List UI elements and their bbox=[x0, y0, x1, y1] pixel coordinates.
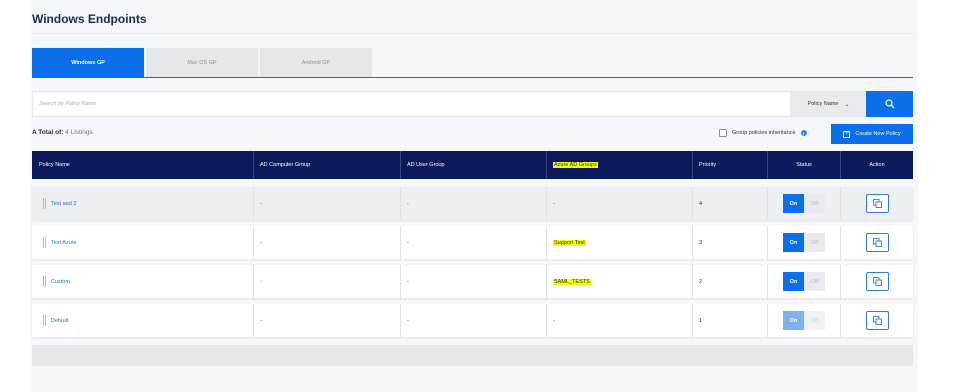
policy-name-link[interactable]: Test Azure bbox=[51, 240, 77, 246]
tab-windows-gp[interactable]: Windows GP bbox=[32, 48, 144, 78]
status-toggle[interactable]: On Off bbox=[783, 194, 825, 213]
table-footer-bar bbox=[32, 345, 913, 366]
info-icon[interactable]: i bbox=[800, 130, 807, 136]
search-box bbox=[32, 91, 791, 117]
copy-icon bbox=[872, 316, 882, 325]
copy-policy-button[interactable] bbox=[865, 194, 889, 213]
title-divider bbox=[32, 33, 913, 34]
create-new-policy-label: Create New Policy bbox=[855, 131, 901, 137]
ad-computer-group-cell: - bbox=[253, 226, 262, 259]
inheritance-checkbox[interactable] bbox=[719, 129, 727, 137]
tab-android-gp[interactable]: Android GP bbox=[260, 48, 372, 78]
azure-ad-groups-cell: - bbox=[546, 304, 555, 337]
status-toggle[interactable]: On Off bbox=[783, 311, 825, 330]
copy-policy-button[interactable] bbox=[865, 272, 889, 291]
ad-computer-group-cell: - bbox=[253, 187, 262, 220]
policy-name-link[interactable]: Custom bbox=[51, 279, 70, 285]
ad-computer-group-cell: - bbox=[253, 304, 262, 337]
drag-handle-icon[interactable] bbox=[43, 315, 46, 326]
drag-handle-icon[interactable] bbox=[43, 276, 46, 287]
policy-name-link[interactable]: Test aad 2 bbox=[51, 201, 76, 207]
azure-ad-group-highlight: Support Test bbox=[553, 239, 586, 246]
policy-tabs: Windows GP Mac OS GP Android GP bbox=[32, 48, 372, 78]
azure-ad-groups-cell: SAML_TESTS bbox=[546, 265, 591, 298]
status-cell: On Off bbox=[767, 265, 840, 298]
status-off-option[interactable]: Off bbox=[804, 311, 825, 330]
tab-mac-os-gp[interactable]: Mac OS GP bbox=[146, 48, 258, 78]
column-header-status: Status bbox=[767, 151, 840, 179]
table-row: Default - - - 1 On Off bbox=[32, 304, 913, 337]
copy-policy-button[interactable] bbox=[865, 311, 889, 330]
plus-square-icon: + bbox=[843, 130, 851, 138]
status-on-option[interactable]: On bbox=[783, 194, 804, 213]
drag-handle-icon[interactable] bbox=[43, 198, 46, 209]
table-row: Test Azure - - Support Test 3 On Off bbox=[32, 226, 913, 259]
status-toggle[interactable]: On Off bbox=[783, 233, 825, 252]
azure-ad-groups-cell: - bbox=[546, 187, 555, 220]
priority-cell: 1 bbox=[692, 304, 702, 337]
copy-icon bbox=[872, 199, 882, 208]
status-cell: On Off bbox=[767, 226, 840, 259]
table-header: Policy Name AD Computer Group AD User Gr… bbox=[32, 151, 913, 179]
status-cell: On Off bbox=[767, 304, 840, 337]
total-listings: A Total of: 4 Listings bbox=[32, 129, 93, 136]
azure-ad-groups-header-label: Azure AD Groups bbox=[553, 162, 598, 168]
ad-user-group-cell: - bbox=[400, 265, 409, 298]
table-row: Custom - - SAML_TESTS 2 On Off bbox=[32, 265, 913, 298]
status-off-option[interactable]: Off bbox=[804, 272, 825, 291]
status-on-option[interactable]: On bbox=[783, 233, 804, 252]
action-cell bbox=[840, 265, 913, 298]
policy-name-link[interactable]: Default bbox=[51, 318, 68, 324]
filter-select[interactable]: Policy Name ⌄ bbox=[791, 91, 866, 117]
column-header-ad-computer-group[interactable]: AD Computer Group bbox=[253, 151, 310, 179]
ad-user-group-cell: - bbox=[400, 226, 409, 259]
status-on-option[interactable]: On bbox=[783, 311, 804, 330]
column-header-azure-ad-groups[interactable]: Azure AD Groups bbox=[546, 151, 598, 179]
copy-policy-button[interactable] bbox=[865, 233, 889, 252]
column-header-ad-user-group[interactable]: AD User Group bbox=[400, 151, 445, 179]
ad-computer-group-cell: - bbox=[253, 265, 262, 298]
azure-ad-group-highlight: SAML_TESTS bbox=[553, 278, 591, 285]
column-header-action: Action bbox=[840, 151, 913, 179]
search-input[interactable] bbox=[39, 101, 790, 107]
column-header-policy-name[interactable]: Policy Name bbox=[39, 151, 70, 179]
priority-cell: 3 bbox=[692, 226, 702, 259]
page-title: Windows Endpoints bbox=[32, 12, 147, 26]
status-cell: On Off bbox=[767, 187, 840, 220]
inheritance-option: Group policies inheritance i bbox=[719, 129, 807, 137]
status-on-option[interactable]: On bbox=[783, 272, 804, 291]
table-row: Test aad 2 - - - 4 On Off bbox=[32, 187, 913, 220]
status-toggle[interactable]: On Off bbox=[783, 272, 825, 291]
create-new-policy-button[interactable]: + Create New Policy bbox=[831, 124, 913, 144]
total-prefix: A Total of: bbox=[32, 129, 64, 136]
action-cell bbox=[840, 187, 913, 220]
status-off-option[interactable]: Off bbox=[804, 233, 825, 252]
copy-icon bbox=[872, 277, 882, 286]
priority-cell: 4 bbox=[692, 187, 702, 220]
priority-cell: 2 bbox=[692, 265, 702, 298]
copy-icon bbox=[872, 238, 882, 247]
action-cell bbox=[840, 304, 913, 337]
azure-ad-groups-cell: Support Test bbox=[546, 226, 586, 259]
action-cell bbox=[840, 226, 913, 259]
chevron-down-icon: ⌄ bbox=[844, 101, 850, 108]
ad-user-group-cell: - bbox=[400, 187, 409, 220]
total-count: 4 Listings bbox=[65, 129, 93, 136]
column-header-priority[interactable]: Priority bbox=[692, 151, 716, 179]
tabs-underline bbox=[32, 77, 913, 78]
search-button[interactable] bbox=[866, 91, 913, 117]
filter-select-label: Policy Name bbox=[807, 101, 839, 107]
search-icon bbox=[884, 99, 894, 109]
inheritance-label: Group policies inheritance bbox=[732, 130, 796, 136]
status-off-option[interactable]: Off bbox=[804, 194, 825, 213]
drag-handle-icon[interactable] bbox=[43, 237, 46, 248]
ad-user-group-cell: - bbox=[400, 304, 409, 337]
